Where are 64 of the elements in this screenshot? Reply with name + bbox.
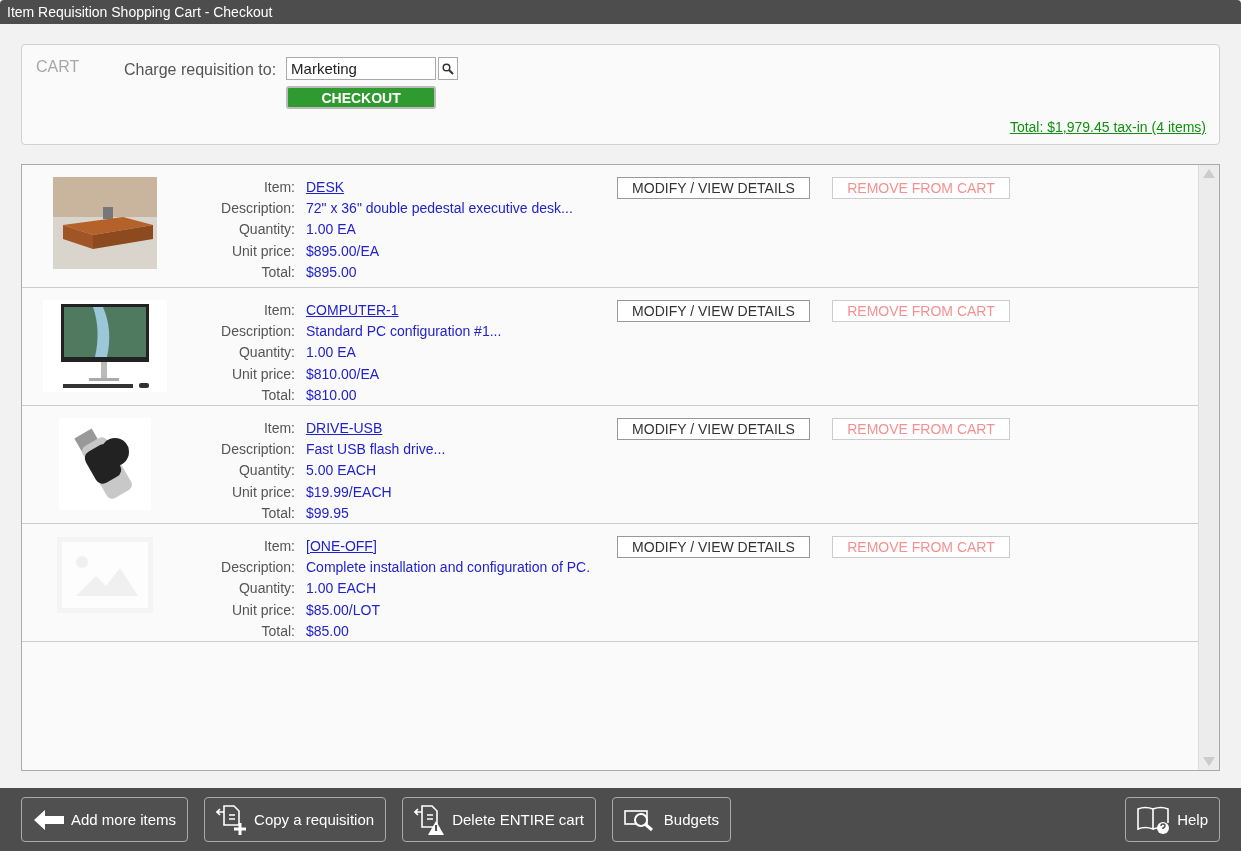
modify-button[interactable]: MODIFY / VIEW DETAILS (617, 300, 810, 322)
window-title: Item Requisition Shopping Cart - Checkout (0, 0, 1241, 24)
field-label: Quantity: (237, 579, 295, 599)
field-label: Total: (260, 621, 295, 641)
checkout-button[interactable]: CHECKOUT (286, 86, 437, 109)
field-value: $85.00 (306, 621, 350, 641)
field-value: Standard PC configuration #1... (306, 322, 503, 342)
field-value: $19.99/EACH (306, 482, 393, 502)
left-arrow-icon (33, 808, 65, 831)
field-value: $810.00/EA (306, 364, 381, 384)
field-label: Total: (260, 503, 295, 523)
field-label: Quantity: (237, 220, 295, 240)
cart-heading: CART (36, 58, 81, 76)
field-label: Quantity: (237, 343, 295, 363)
field-value: $85.00/LOT (306, 600, 381, 620)
item-link[interactable]: COMPUTER-1 (306, 302, 399, 318)
field-value: $810.00 (306, 385, 358, 405)
field-label: Total: (260, 262, 295, 282)
field-label: Quantity: (237, 461, 295, 481)
search-button[interactable] (438, 57, 459, 80)
field-value: 5.00 EACH (306, 461, 378, 481)
item-link[interactable]: DESK (306, 179, 345, 195)
modify-button[interactable]: MODIFY / VIEW DETAILS (617, 177, 810, 199)
modify-button[interactable]: MODIFY / VIEW DETAILS (617, 536, 810, 558)
field-label: Description: (220, 199, 295, 219)
document-warning-icon (414, 802, 447, 837)
field-label: Item: (262, 419, 295, 438)
item-link[interactable]: DRIVE-USB (306, 420, 383, 436)
charge-label: Charge requisition to: (124, 61, 277, 79)
field-value: 1.00 EA (306, 343, 357, 363)
search-icon (442, 62, 455, 75)
field-label: Description: (220, 440, 295, 460)
field-label: Item: (262, 537, 295, 556)
scroll-up-icon[interactable] (1203, 169, 1215, 178)
toolbar-button[interactable]: Copy a requisition (204, 797, 387, 842)
toolbar-button[interactable]: Budgets (611, 797, 731, 842)
field-label: Description: (220, 322, 295, 342)
document-plus-icon (216, 802, 249, 837)
toolbar-button[interactable]: Help (1125, 797, 1220, 842)
field-label: Description: (220, 558, 295, 578)
field-value: $895.00/EA (306, 241, 381, 261)
charge-field[interactable]: Marketing (286, 57, 437, 80)
toolbar-button[interactable]: Delete ENTIRE cart (402, 797, 596, 842)
field-label: Unit price: (230, 241, 295, 261)
field-value: $99.95 (306, 503, 350, 523)
cart-total-link[interactable]: Total: $1,979.45 tax-in (4 items) (1009, 119, 1206, 135)
scroll-down-icon[interactable] (1203, 757, 1215, 766)
scrollbar[interactable] (1198, 165, 1219, 770)
field-value: 1.00 EA (306, 220, 357, 240)
modify-button[interactable]: MODIFY / VIEW DETAILS (617, 418, 810, 440)
field-label: Item: (262, 301, 295, 320)
item-link[interactable]: [ONE-OFF] (306, 538, 377, 554)
field-value: 1.00 EACH (306, 579, 378, 599)
field-label: Unit price: (230, 364, 295, 384)
field-label: Unit price: (230, 600, 295, 620)
field-value: 72" x 36" double pedestal executive desk... (306, 199, 574, 219)
field-value: Complete installation and configuration of PC. (306, 558, 592, 578)
field-label: Unit price: (230, 482, 295, 502)
toolbar-button[interactable]: Add more items (21, 797, 189, 842)
field-label: Item: (262, 178, 295, 197)
field-value: Fast USB flash drive... (306, 440, 447, 460)
book-help-icon (1137, 804, 1172, 835)
field-label: Total: (260, 385, 295, 405)
field-value: $895.00 (306, 262, 358, 282)
